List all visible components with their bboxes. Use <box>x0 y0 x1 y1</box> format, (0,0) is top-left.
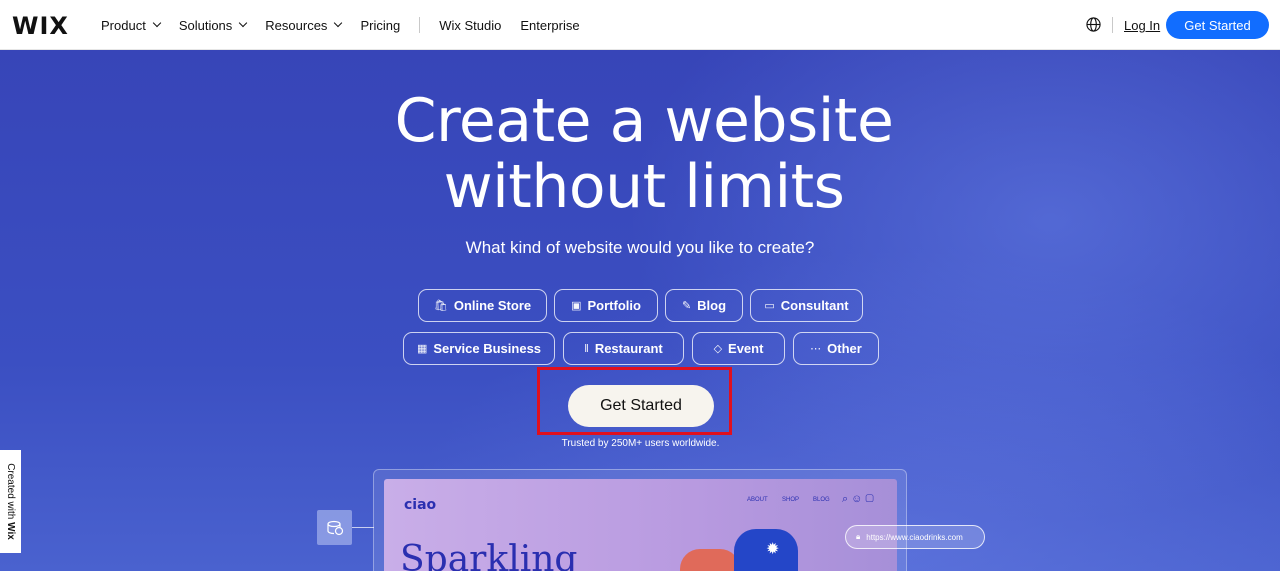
main-nav: Product Solutions Resources Pricing Wix … <box>101 0 599 50</box>
created-with-wix-badge[interactable]: Created with Wix <box>0 450 21 553</box>
preview-icons: ⌕☺▢ <box>842 493 877 506</box>
chevron-down-icon <box>334 18 343 28</box>
nav-resources[interactable]: Resources <box>265 17 343 33</box>
nav-wix-studio[interactable]: Wix Studio <box>439 18 501 33</box>
nav-pricing[interactable]: Pricing <box>360 18 400 33</box>
nav-enterprise[interactable]: Enterprise <box>520 18 579 33</box>
category-online-store[interactable]: 🛍︎ Online Store <box>418 289 547 322</box>
top-header: WIX Product Solutions Resources Pricing … <box>0 0 1280 50</box>
header-get-started-button[interactable]: Get Started <box>1166 11 1269 39</box>
hero-headline: Create a website without limits <box>0 88 1280 220</box>
hero-subheading: What kind of website would you like to c… <box>465 238 815 257</box>
calendar-icon: ▦ <box>416 343 428 355</box>
preview-nav-blog: BLOG <box>813 497 830 503</box>
created-with-wix-label: Created with Wix <box>5 463 16 540</box>
cart-icon: ▢ <box>865 493 877 505</box>
briefcase-icon: ▭ <box>764 300 775 312</box>
hero-get-started-button[interactable]: Get Started <box>568 385 714 427</box>
category-restaurant-label: Restaurant <box>594 341 663 356</box>
nav-pricing-label: Pricing <box>360 17 401 33</box>
preview-nav-about: ABOUT <box>747 497 768 503</box>
category-consultant[interactable]: ▭ Consultant <box>750 289 863 322</box>
category-service-business[interactable]: ▦ Service Business <box>403 332 555 365</box>
chevron-down-icon <box>152 18 162 28</box>
nav-resources-label: Resources <box>265 17 328 33</box>
utensils-icon: ‖ <box>584 342 589 355</box>
preview-brand: ciao <box>404 497 437 513</box>
category-event[interactable]: ◇ Event <box>692 332 785 365</box>
user-icon: ☺ <box>851 493 866 505</box>
category-consultant-label: Consultant <box>780 298 849 313</box>
chevron-down-icon <box>239 18 248 28</box>
header-divider <box>1112 17 1113 33</box>
trusted-text: Trusted by 250M+ users worldwide. <box>561 438 720 449</box>
category-blog[interactable]: ✎ Blog <box>665 289 743 322</box>
category-other-label: Other <box>827 341 862 356</box>
pen-icon: ✎ <box>681 300 692 312</box>
nav-solutions[interactable]: Solutions <box>178 17 248 33</box>
nav-wix-studio-label: Wix Studio <box>439 17 502 33</box>
category-online-store-label: Online Store <box>453 298 532 313</box>
nav-divider <box>419 17 421 33</box>
hero-headline-line1: Create a website <box>394 86 894 156</box>
category-other[interactable]: ⋯ Other <box>793 332 879 365</box>
site-preview: ciao ABOUT SHOP BLOG ⌕☺▢ Sparkling ✹ <box>384 479 897 571</box>
preview-nav-shop: SHOP <box>782 497 800 503</box>
badge-brand: Wix <box>5 522 16 540</box>
category-restaurant[interactable]: ‖ Restaurant <box>563 332 684 365</box>
globe-icon[interactable] <box>1086 17 1101 32</box>
category-event-label: Event <box>728 341 764 356</box>
hero-headline-line2: without limits <box>443 152 845 222</box>
preview-headline: Sparkling <box>400 539 578 571</box>
database-icon <box>317 510 352 545</box>
ticket-icon: ◇ <box>713 343 723 355</box>
shop-icon: 🛍︎ <box>433 300 448 312</box>
nav-enterprise-label: Enterprise <box>520 17 580 33</box>
category-portfolio[interactable]: ▣ Portfolio <box>554 289 658 322</box>
category-portfolio-label: Portfolio <box>587 298 641 313</box>
drink-can-image <box>680 549 740 571</box>
preview-url-pill: 🔒︎ https://www.ciaodrinks.com <box>845 525 985 549</box>
nav-solutions-label: Solutions <box>178 17 233 33</box>
preview-url: https://www.ciaodrinks.com <box>866 532 963 542</box>
search-icon: ⌕ <box>842 493 852 505</box>
portfolio-icon: ▣ <box>571 300 582 312</box>
login-link[interactable]: Log In <box>1124 18 1160 33</box>
connector-line <box>352 527 374 528</box>
star-icon: ✹ <box>766 541 780 558</box>
wix-logo[interactable]: WIX <box>12 12 69 40</box>
category-service-business-label: Service Business <box>433 341 542 356</box>
badge-prefix: Created with <box>5 463 16 523</box>
nav-product[interactable]: Product <box>101 17 162 33</box>
nav-product-label: Product <box>101 17 146 33</box>
dots-icon: ⋯ <box>810 343 822 355</box>
category-blog-label: Blog <box>697 298 727 313</box>
lock-icon: 🔒︎ <box>856 532 861 541</box>
